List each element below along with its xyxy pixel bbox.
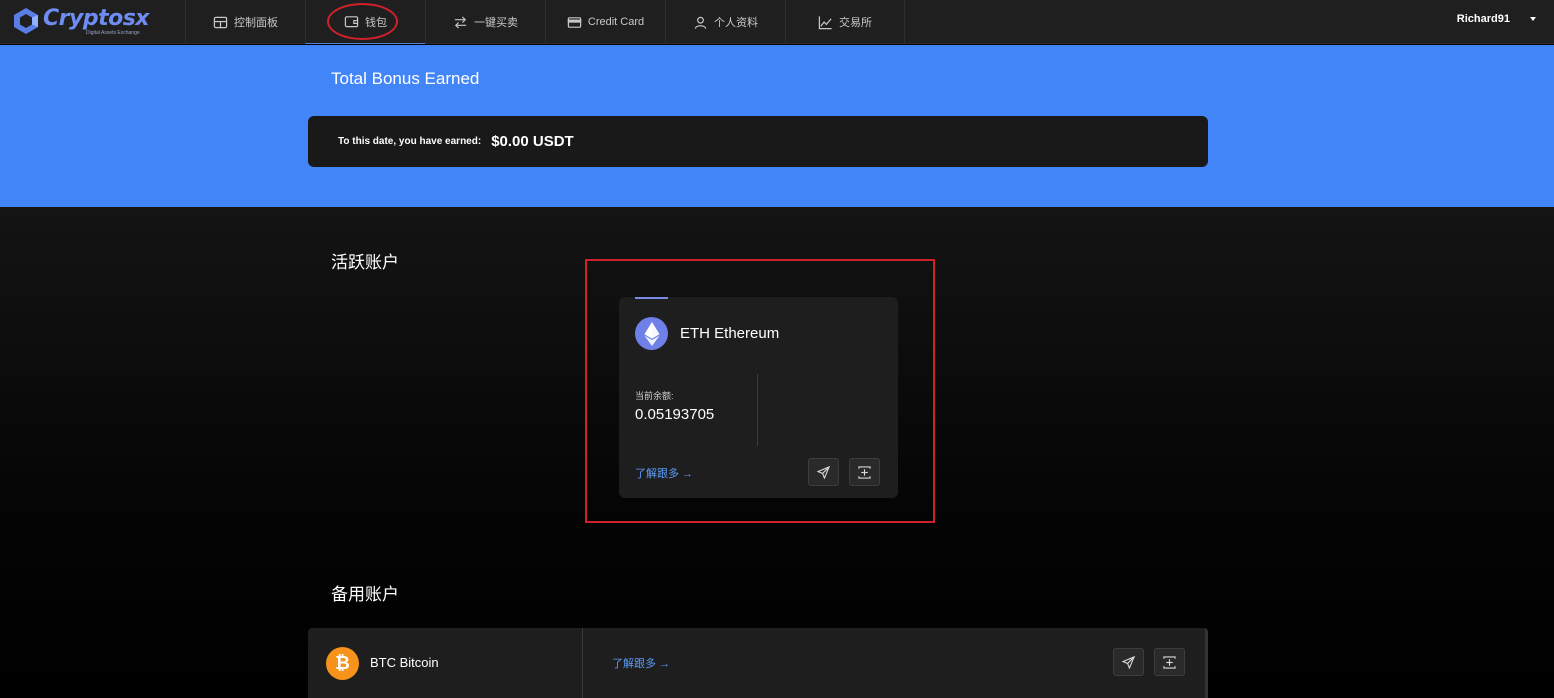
balance-value: 0.05193705 — [635, 406, 715, 423]
coin-name: ETH Ethereum — [680, 325, 780, 342]
receive-button[interactable] — [849, 458, 880, 486]
bonus-title: Total Bonus Earned — [331, 69, 480, 88]
swap-arrows-icon — [454, 15, 467, 29]
active-accounts-title: 活跃账户 — [331, 253, 399, 272]
nav-item-credit-card[interactable]: Credit Card — [545, 0, 665, 44]
bonus-banner: Total Bonus Earned To this date, you hav… — [0, 45, 1554, 207]
nav-item-label: 交易所 — [839, 17, 872, 29]
send-icon — [817, 465, 830, 479]
credit-card-icon — [567, 16, 582, 28]
cryptosx-logo-icon — [14, 8, 38, 34]
nav-item-exchange[interactable]: 交易所 — [785, 0, 905, 44]
bonus-label: To this date, you have earned: — [338, 136, 482, 147]
nav-item-dashboard[interactable]: 控制面板 — [185, 0, 305, 44]
ethereum-icon — [635, 317, 668, 350]
brand-logo[interactable]: Cryptosx Digital Assets Exchange — [12, 4, 172, 38]
receive-button[interactable] — [1154, 648, 1185, 676]
backup-accounts-title: 备用账户 — [331, 585, 399, 604]
bitcoin-icon: ₿ — [326, 647, 359, 680]
receive-icon — [858, 465, 871, 479]
btc-account-row: ₿ BTC Bitcoin 了解跟多 → — [308, 628, 1208, 698]
send-icon — [1122, 655, 1135, 669]
user-icon — [694, 16, 707, 29]
nav-item-label: 一键买卖 — [474, 17, 518, 29]
learn-more-link[interactable]: 了解跟多 → — [612, 655, 670, 671]
coin-name: BTC Bitcoin — [370, 655, 439, 670]
username: Richard91 — [1456, 13, 1510, 25]
bonus-value: $0.00 USDT — [491, 133, 574, 150]
main-nav: 控制面板 钱包 一键买卖 Credit Card 个人资料 交易所 — [185, 0, 905, 44]
wallet-annotation-circle — [327, 3, 398, 40]
divider — [582, 628, 583, 698]
learn-more-link[interactable]: 了解跟多 → — [635, 465, 693, 481]
card-accent — [635, 297, 668, 299]
receive-icon — [1163, 655, 1176, 669]
dashboard-icon — [213, 16, 228, 28]
top-navbar: Cryptosx Digital Assets Exchange 控制面板 钱包… — [0, 0, 1554, 44]
nav-item-label: 控制面板 — [234, 17, 278, 29]
brand-name: Cryptosx — [43, 6, 150, 31]
send-button[interactable] — [808, 458, 839, 486]
send-button[interactable] — [1113, 648, 1144, 676]
nav-item-quick-trade[interactable]: 一键买卖 — [425, 0, 545, 44]
eth-account-card: ETH Ethereum 当前余额: 0.05193705 了解跟多 → — [619, 297, 898, 498]
divider — [757, 374, 758, 446]
balance-label: 当前余额: — [635, 391, 674, 401]
brand-tagline: Digital Assets Exchange — [86, 30, 140, 36]
chart-line-icon — [818, 15, 832, 29]
nav-item-label: Credit Card — [587, 16, 645, 28]
bonus-card: To this date, you have earned: $0.00 USD… — [308, 116, 1208, 167]
user-menu[interactable]: Richard91 — [1457, 0, 1536, 38]
nav-item-profile[interactable]: 个人资料 — [665, 0, 785, 44]
nav-item-label: 个人资料 — [714, 17, 758, 29]
chevron-down-icon — [1530, 17, 1536, 21]
